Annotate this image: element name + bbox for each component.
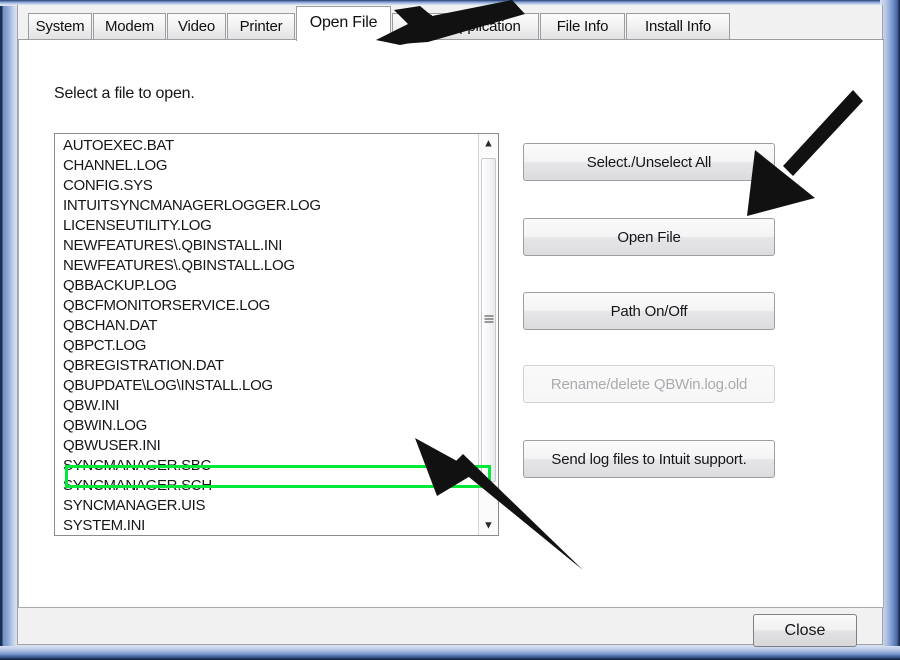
tab-strip: System Modem Video Printer Open File Ope… bbox=[18, 5, 884, 41]
tab-open-application[interactable]: Open Application bbox=[392, 13, 539, 40]
tab-system[interactable]: System bbox=[28, 13, 92, 40]
file-list-item[interactable]: AUTOEXEC.BAT bbox=[55, 136, 479, 156]
file-list-item[interactable]: QBPCT.LOG bbox=[55, 336, 479, 356]
path-on-off-button[interactable]: Path On/Off bbox=[523, 292, 775, 330]
file-list-item[interactable]: NEWFEATURES\.QBINSTALL.LOG bbox=[55, 256, 479, 276]
open-file-panel: Select a file to open. AUTOEXEC.BAT CHANN… bbox=[18, 40, 884, 608]
open-file-button-label: Open File bbox=[617, 228, 681, 246]
file-list[interactable]: AUTOEXEC.BAT CHANNEL.LOG CONFIG.SYS INTUITS… bbox=[55, 136, 479, 535]
window-frame: System Modem Video Printer Open File Ope… bbox=[0, 0, 900, 660]
instruction-text: Select a file to open. bbox=[54, 85, 195, 102]
tab-install-info[interactable]: Install Info bbox=[626, 13, 730, 40]
file-list-item[interactable]: QBWUSER.INI bbox=[55, 436, 479, 456]
file-list-item[interactable]: QBUPDATE\LOG\INSTALL.LOG bbox=[55, 376, 479, 396]
file-list-item[interactable]: INTUITSYNCMANAGERLOGGER.LOG bbox=[55, 196, 479, 216]
rename-delete-qbwin-log-old-button: Rename/delete QBWin.log.old bbox=[523, 365, 775, 403]
tab-system-label: System bbox=[35, 18, 85, 35]
file-list-item[interactable]: QBWIN.LOG bbox=[55, 416, 479, 436]
file-list-item[interactable]: QBCFMONITORSERVICE.LOG bbox=[55, 296, 479, 316]
tab-file-info[interactable]: File Info bbox=[540, 13, 625, 40]
file-list-item[interactable]: SYNCMANAGER.SCH bbox=[55, 476, 479, 496]
chevron-down-icon: ▼ bbox=[483, 519, 494, 531]
scrollbar-thumb[interactable] bbox=[481, 158, 496, 482]
tab-video[interactable]: Video bbox=[167, 13, 226, 40]
tab-printer[interactable]: Printer bbox=[227, 13, 295, 40]
file-list-box[interactable]: AUTOEXEC.BAT CHANNEL.LOG CONFIG.SYS INTUITS… bbox=[54, 133, 499, 536]
tab-printer-label: Printer bbox=[239, 18, 283, 35]
window-frame-bottom-edge bbox=[0, 646, 900, 660]
close-button[interactable]: Close bbox=[753, 614, 857, 647]
file-list-item[interactable]: LICENSEUTILITY.LOG bbox=[55, 216, 479, 236]
file-list-item[interactable]: CONFIG.SYS bbox=[55, 176, 479, 196]
file-list-item[interactable]: QBREGISTRATION.DAT bbox=[55, 356, 479, 376]
tab-file-info-label: File Info bbox=[556, 18, 609, 35]
file-list-item[interactable]: QBBACKUP.LOG bbox=[55, 276, 479, 296]
select-unselect-all-label: Select./Unselect All bbox=[586, 153, 712, 171]
tab-modem-label: Modem bbox=[104, 18, 155, 35]
scroll-down-arrow-button[interactable]: ▼ bbox=[479, 516, 498, 535]
path-on-off-label: Path On/Off bbox=[610, 302, 688, 320]
tab-install-info-label: Install Info bbox=[645, 18, 711, 35]
scrollbar-grip-icon bbox=[484, 315, 493, 325]
file-list-item[interactable]: QBCHAN.DAT bbox=[55, 316, 479, 336]
file-list-scrollbar[interactable]: ▲ ▼ bbox=[478, 134, 498, 535]
file-list-item[interactable]: SYSTEM.INI bbox=[55, 516, 479, 535]
select-unselect-all-button[interactable]: Select./Unselect All bbox=[523, 143, 775, 181]
file-list-item[interactable]: NEWFEATURES\.QBINSTALL.INI bbox=[55, 236, 479, 256]
file-list-item[interactable]: CHANNEL.LOG bbox=[55, 156, 479, 176]
rename-delete-label: Rename/delete QBWin.log.old bbox=[550, 375, 748, 393]
chevron-up-icon: ▲ bbox=[483, 137, 494, 149]
send-log-files-to-intuit-support-button[interactable]: Send log files to Intuit support. bbox=[523, 440, 775, 478]
file-list-item[interactable]: SYNCMANAGER.SBC bbox=[55, 456, 479, 476]
tab-open-file[interactable]: Open File bbox=[296, 6, 391, 41]
tab-open-file-label: Open File bbox=[309, 14, 378, 31]
close-button-label: Close bbox=[784, 621, 826, 639]
scroll-up-arrow-button[interactable]: ▲ bbox=[479, 134, 498, 153]
tab-modem[interactable]: Modem bbox=[93, 13, 166, 40]
file-list-item[interactable]: SYNCMANAGER.UIS bbox=[55, 496, 479, 516]
tab-open-application-label: Open Application bbox=[410, 18, 521, 35]
open-file-button[interactable]: Open File bbox=[523, 218, 775, 256]
file-list-item[interactable]: QBW.INI bbox=[55, 396, 479, 416]
tab-video-label: Video bbox=[177, 18, 216, 35]
dialog-client-area: System Modem Video Printer Open File Ope… bbox=[17, 5, 884, 647]
send-log-files-label: Send log files to Intuit support. bbox=[551, 450, 747, 468]
